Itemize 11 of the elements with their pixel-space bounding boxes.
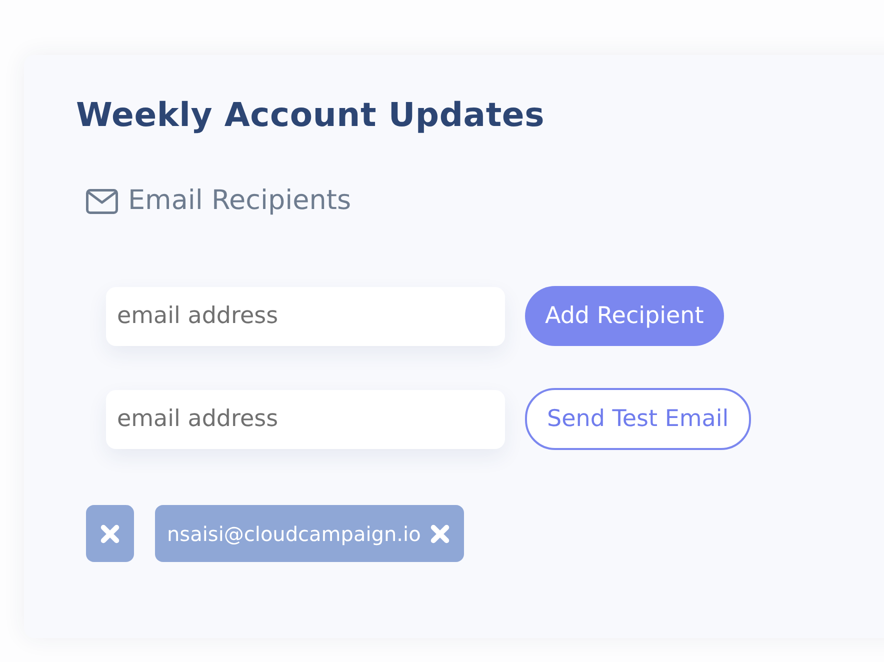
add-recipient-button[interactable]: Add Recipient bbox=[525, 286, 724, 346]
remove-icon[interactable] bbox=[428, 522, 451, 544]
section-label: Email Recipients bbox=[128, 184, 352, 218]
card-title: Weekly Account Updates bbox=[76, 94, 546, 136]
email-input-field[interactable]: email address bbox=[106, 390, 505, 448]
recipient-email: nsaisi@cloudcampaign.io bbox=[167, 522, 421, 546]
send-test-email-button[interactable]: Send Test Email bbox=[525, 388, 751, 450]
envelope-icon bbox=[86, 188, 118, 214]
email-input-field[interactable]: email address bbox=[106, 286, 505, 346]
remove-icon[interactable] bbox=[99, 522, 121, 544]
empty-recipient-tag[interactable] bbox=[86, 505, 134, 562]
